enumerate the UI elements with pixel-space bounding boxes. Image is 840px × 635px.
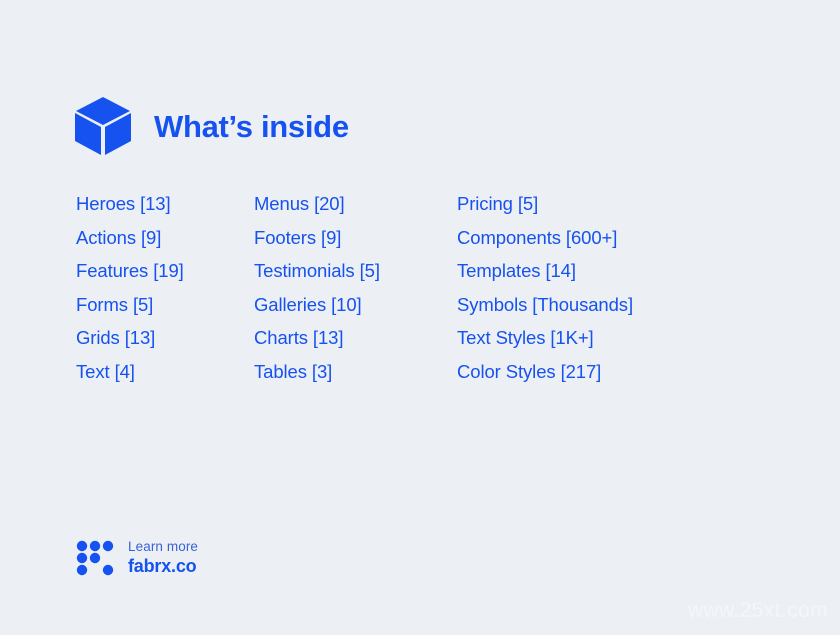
link-item[interactable]: Heroes [13] <box>76 193 254 227</box>
learn-more-label: Learn more <box>128 539 199 554</box>
page-title: What’s inside <box>154 108 349 144</box>
link-column-2: Menus [20] Footers [9] Testimonials [5] … <box>254 193 457 395</box>
link-item[interactable]: Forms [5] <box>76 294 254 328</box>
link-item[interactable]: Text Styles [1K+] <box>457 327 697 361</box>
link-item[interactable]: Galleries [10] <box>254 294 457 328</box>
link-item[interactable]: Components [600+] <box>457 227 697 261</box>
link-item[interactable]: Testimonials [5] <box>254 260 457 294</box>
link-item[interactable]: Menus [20] <box>254 193 457 227</box>
footer[interactable]: Learn more fabrx.co <box>76 538 198 577</box>
link-item[interactable]: Grids [13] <box>76 327 254 361</box>
slide-canvas: What’s inside Heroes [13] Actions [9] Fe… <box>0 0 840 635</box>
brand-url-link[interactable]: fabrx.co <box>128 555 198 577</box>
cube-icon <box>75 97 131 155</box>
link-item[interactable]: Features [19] <box>76 260 254 294</box>
dots-grid-icon <box>76 540 114 575</box>
footer-text: Learn more fabrx.co <box>128 538 198 577</box>
header: What’s inside <box>74 96 349 156</box>
link-columns: Heroes [13] Actions [9] Features [19] Fo… <box>76 193 697 395</box>
link-item[interactable]: Actions [9] <box>76 227 254 261</box>
link-item[interactable]: Tables [3] <box>254 361 457 395</box>
link-column-1: Heroes [13] Actions [9] Features [19] Fo… <box>76 193 254 395</box>
link-column-3: Pricing [5] Components [600+] Templates … <box>457 193 697 395</box>
link-item[interactable]: Footers [9] <box>254 227 457 261</box>
link-item[interactable]: Symbols [Thousands] <box>457 294 697 328</box>
link-item[interactable]: Pricing [5] <box>457 193 697 227</box>
link-item[interactable]: Charts [13] <box>254 327 457 361</box>
watermark: www.25xt.com <box>687 599 828 622</box>
link-item[interactable]: Text [4] <box>76 361 254 395</box>
link-item[interactable]: Templates [14] <box>457 260 697 294</box>
link-item[interactable]: Color Styles [217] <box>457 361 697 395</box>
